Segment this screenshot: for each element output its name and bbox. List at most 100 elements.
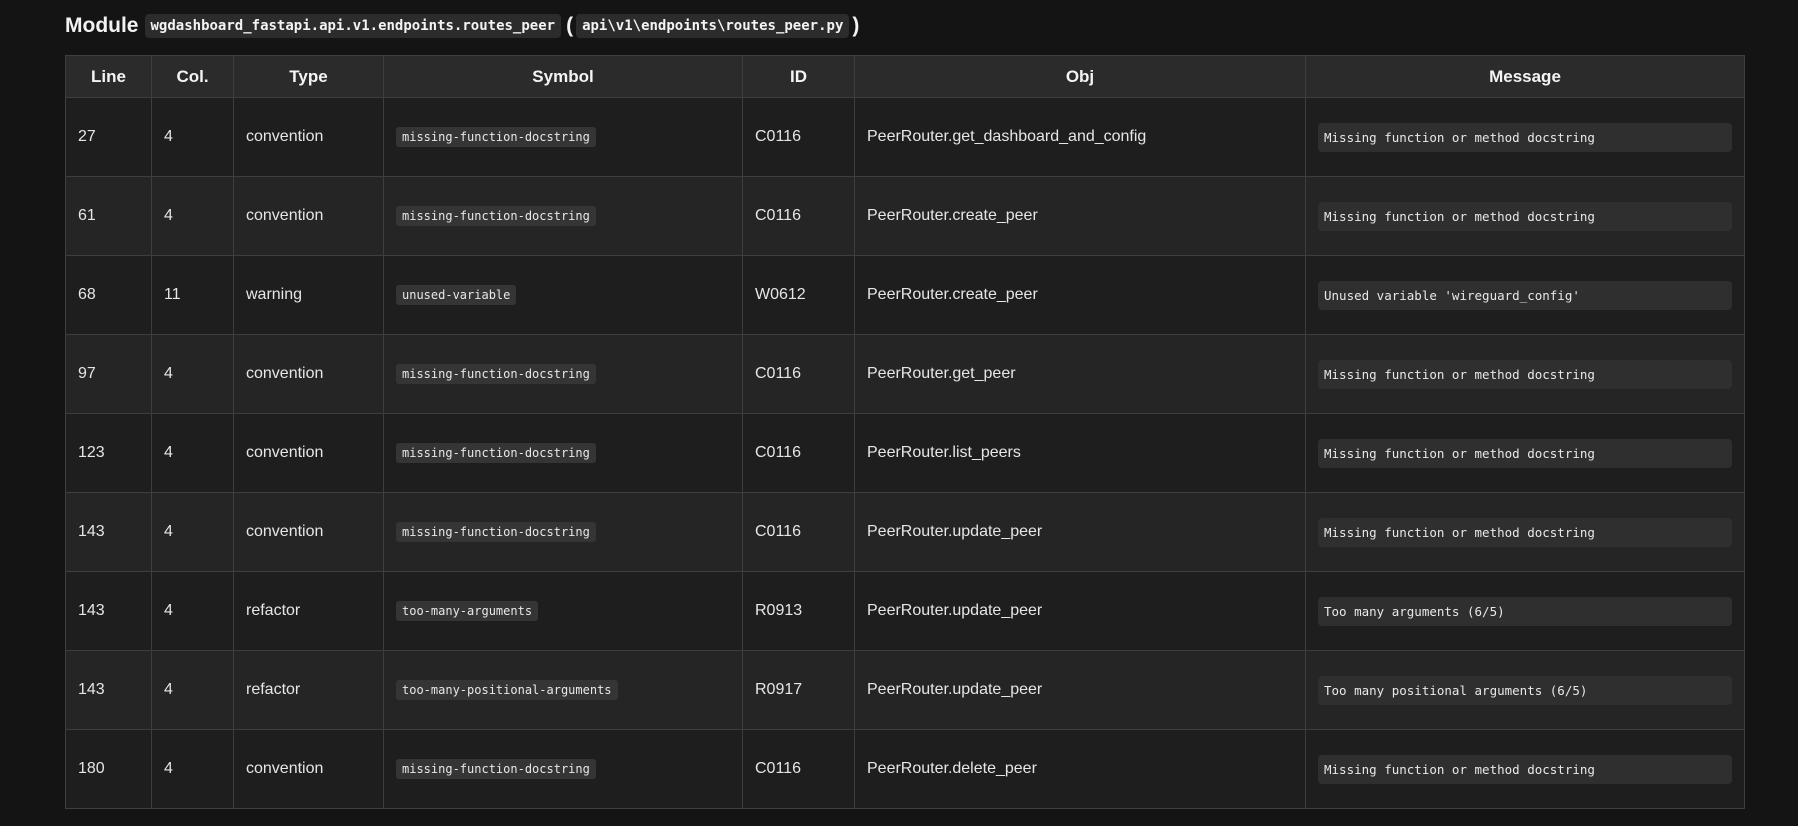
close-paren: ) — [852, 14, 860, 37]
obj-cell: PeerRouter.update_peer — [854, 571, 1306, 651]
message-code: Missing function or method docstring — [1318, 517, 1732, 547]
header-row: Line Col. Type Symbol ID Obj Message — [65, 55, 1745, 98]
id-cell: C0116 — [742, 176, 855, 256]
type-cell: convention — [233, 334, 384, 414]
type-cell: convention — [233, 729, 384, 809]
obj-cell: PeerRouter.list_peers — [854, 413, 1306, 493]
table-body: 27 4 convention missing-function-docstring C… — [65, 97, 1745, 809]
symbol-cell: missing-function-docstring — [383, 492, 743, 572]
col-cell: 4 — [151, 334, 234, 414]
line-cell: 143 — [65, 650, 152, 730]
message-cell: Too many arguments (6/5) — [1305, 571, 1745, 651]
symbol-cell: missing-function-docstring — [383, 413, 743, 493]
obj-cell: PeerRouter.get_dashboard_and_config — [854, 97, 1306, 177]
table-row: 143 4 refactor too-many-arguments R0913 PeerR… — [65, 571, 1745, 651]
message-cell: Missing function or method docstring — [1305, 413, 1745, 493]
symbol-cell: missing-function-docstring — [383, 97, 743, 177]
symbol-cell: too-many-arguments — [383, 571, 743, 651]
message-cell: Missing function or method docstring — [1305, 334, 1745, 414]
line-cell: 61 — [65, 176, 152, 256]
line-cell: 180 — [65, 729, 152, 809]
table-row: 180 4 convention missing-function-docstring… — [65, 729, 1745, 809]
obj-cell: PeerRouter.create_peer — [854, 176, 1306, 256]
line-cell: 68 — [65, 255, 152, 335]
column-header-id: ID — [742, 55, 855, 98]
obj-cell: PeerRouter.get_peer — [854, 334, 1306, 414]
id-cell: C0116 — [742, 492, 855, 572]
col-cell: 4 — [151, 413, 234, 493]
id-cell: C0116 — [742, 729, 855, 809]
type-cell: refactor — [233, 571, 384, 651]
obj-cell: PeerRouter.update_peer — [854, 492, 1306, 572]
symbol-code: missing-function-docstring — [396, 364, 596, 384]
id-cell: C0116 — [742, 413, 855, 493]
open-paren: ( — [566, 14, 574, 37]
symbol-code: missing-function-docstring — [396, 443, 596, 463]
table-row: 143 4 convention missing-function-docstring… — [65, 492, 1745, 572]
column-header-line: Line — [65, 55, 152, 98]
message-cell: Missing function or method docstring — [1305, 729, 1745, 809]
module-label: Module — [65, 14, 139, 37]
table-row: 97 4 convention missing-function-docstring C… — [65, 334, 1745, 414]
column-header-col: Col. — [151, 55, 234, 98]
id-cell: C0116 — [742, 97, 855, 177]
col-cell: 11 — [151, 255, 234, 335]
symbol-cell: missing-function-docstring — [383, 334, 743, 414]
table-row: 123 4 convention missing-function-docstring… — [65, 413, 1745, 493]
table-header: Line Col. Type Symbol ID Obj Message — [65, 55, 1745, 98]
message-code: Missing function or method docstring — [1318, 359, 1732, 389]
type-cell: convention — [233, 176, 384, 256]
col-cell: 4 — [151, 492, 234, 572]
table-row: 68 11 warning unused-variable W0612 PeerRoute… — [65, 255, 1745, 335]
col-cell: 4 — [151, 97, 234, 177]
message-cell: Missing function or method docstring — [1305, 492, 1745, 572]
type-cell: convention — [233, 413, 384, 493]
col-cell: 4 — [151, 650, 234, 730]
type-cell: warning — [233, 255, 384, 335]
symbol-code: too-many-positional-arguments — [396, 680, 618, 700]
symbol-code: unused-variable — [396, 285, 517, 305]
column-header-type: Type — [233, 55, 384, 98]
line-cell: 97 — [65, 334, 152, 414]
message-cell: Missing function or method docstring — [1305, 176, 1745, 256]
message-code: Missing function or method docstring — [1318, 122, 1732, 152]
message-code: Too many arguments (6/5) — [1318, 596, 1732, 626]
symbol-cell: unused-variable — [383, 255, 743, 335]
symbol-code: missing-function-docstring — [396, 206, 596, 226]
module-name: wgdashboard_fastapi.api.v1.endpoints.rou… — [144, 14, 562, 38]
message-cell: Unused variable 'wireguard_config' — [1305, 255, 1745, 335]
symbol-cell: missing-function-docstring — [383, 176, 743, 256]
id-cell: R0917 — [742, 650, 855, 730]
message-cell: Too many positional arguments (6/5) — [1305, 650, 1745, 730]
message-code: Unused variable 'wireguard_config' — [1318, 280, 1732, 310]
symbol-code: missing-function-docstring — [396, 127, 596, 147]
table-row: 27 4 convention missing-function-docstring C… — [65, 97, 1745, 177]
type-cell: refactor — [233, 650, 384, 730]
line-cell: 27 — [65, 97, 152, 177]
id-cell: C0116 — [742, 334, 855, 414]
module-heading: Module wgdashboard_fastapi.api.v1.endpoi… — [65, 10, 859, 42]
message-code: Missing function or method docstring — [1318, 438, 1732, 468]
column-header-symbol: Symbol — [383, 55, 743, 98]
type-cell: convention — [233, 97, 384, 177]
column-header-message: Message — [1305, 55, 1745, 98]
id-cell: R0913 — [742, 571, 855, 651]
module-path: api\v1\endpoints\routes_peer.py — [576, 14, 850, 38]
message-code: Too many positional arguments (6/5) — [1318, 675, 1732, 705]
obj-cell: PeerRouter.delete_peer — [854, 729, 1306, 809]
symbol-code: too-many-arguments — [396, 601, 539, 621]
line-cell: 143 — [65, 571, 152, 651]
col-cell: 4 — [151, 176, 234, 256]
column-header-obj: Obj — [854, 55, 1306, 98]
obj-cell: PeerRouter.create_peer — [854, 255, 1306, 335]
message-cell: Missing function or method docstring — [1305, 97, 1745, 177]
line-cell: 123 — [65, 413, 152, 493]
obj-cell: PeerRouter.update_peer — [854, 650, 1306, 730]
id-cell: W0612 — [742, 255, 855, 335]
report-page: Module wgdashboard_fastapi.api.v1.endpoi… — [0, 0, 1798, 826]
message-code: Missing function or method docstring — [1318, 754, 1732, 784]
message-code: Missing function or method docstring — [1318, 201, 1732, 231]
table-row: 61 4 convention missing-function-docstring C… — [65, 176, 1745, 256]
table-row: 143 4 refactor too-many-positional-argument… — [65, 650, 1745, 730]
line-cell: 143 — [65, 492, 152, 572]
